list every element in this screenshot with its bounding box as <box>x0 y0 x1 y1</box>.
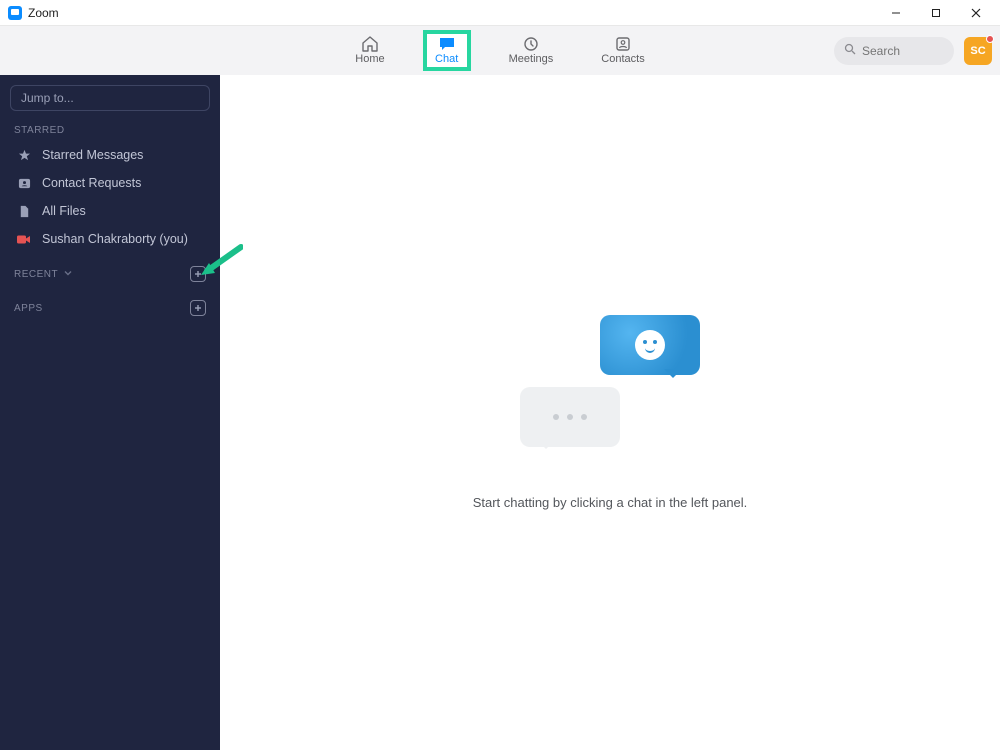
tab-contacts[interactable]: Contacts <box>595 34 650 67</box>
tab-home[interactable]: Home <box>349 34 390 67</box>
tab-chat-label: Chat <box>435 53 458 65</box>
sidebar-item-contact-requests[interactable]: Contact Requests <box>10 170 210 196</box>
sidebar-item-all-files[interactable]: All Files <box>10 198 210 224</box>
sidebar: STARRED Starred Messages Contact Request… <box>0 75 220 750</box>
sidebar-item-label: Contact Requests <box>42 176 141 190</box>
sidebar-item-label: Sushan Chakraborty (you) <box>42 232 188 246</box>
clock-icon <box>522 36 540 52</box>
add-app-button[interactable] <box>190 300 206 316</box>
file-icon <box>16 205 32 218</box>
video-icon <box>16 233 32 246</box>
speech-bubble-gray-icon <box>520 387 620 447</box>
empty-chat-illustration <box>520 315 700 455</box>
person-card-icon <box>16 177 32 190</box>
tab-meetings-label: Meetings <box>509 53 554 65</box>
sidebar-item-self[interactable]: Sushan Chakraborty (you) <box>10 226 210 252</box>
search-icon <box>844 42 856 60</box>
star-icon <box>16 149 32 162</box>
chat-icon <box>438 36 456 52</box>
tab-home-label: Home <box>355 53 384 65</box>
empty-chat-text: Start chatting by clicking a chat in the… <box>473 495 748 510</box>
section-apps[interactable]: APPS <box>10 288 210 320</box>
jump-to-input[interactable] <box>10 85 210 111</box>
sidebar-item-label: Starred Messages <box>42 148 143 162</box>
section-apps-label: APPS <box>14 303 43 314</box>
close-button[interactable] <box>956 1 996 25</box>
section-recent[interactable]: RECENT <box>10 254 210 286</box>
header-right: SC <box>834 37 992 65</box>
section-recent-label: RECENT <box>14 269 58 280</box>
tab-chat[interactable]: Chat <box>427 34 467 67</box>
chevron-down-icon <box>64 269 72 280</box>
contacts-icon <box>614 36 632 52</box>
search-box[interactable] <box>834 37 954 65</box>
window-controls <box>876 1 996 25</box>
chat-empty-panel: Start chatting by clicking a chat in the… <box>220 75 1000 750</box>
window-title: Zoom <box>28 6 59 20</box>
profile-avatar[interactable]: SC <box>964 37 992 65</box>
tab-meetings[interactable]: Meetings <box>503 34 560 67</box>
nav-tabs: Home Chat Meetings Contacts <box>349 34 650 67</box>
minimize-button[interactable] <box>876 1 916 25</box>
status-dot-dnd <box>986 35 994 43</box>
sidebar-item-starred-messages[interactable]: Starred Messages <box>10 142 210 168</box>
maximize-button[interactable] <box>916 1 956 25</box>
sidebar-item-label: All Files <box>42 204 86 218</box>
search-input[interactable] <box>862 44 942 58</box>
zoom-app-icon <box>8 6 22 20</box>
add-recent-button[interactable] <box>190 266 206 282</box>
header-nav: Home Chat Meetings Contacts <box>0 26 1000 75</box>
titlebar-left: Zoom <box>8 6 59 20</box>
section-starred-label: STARRED <box>14 125 65 136</box>
home-icon <box>361 36 379 52</box>
speech-bubble-blue-icon <box>600 315 700 375</box>
tab-contacts-label: Contacts <box>601 53 644 65</box>
section-starred: STARRED <box>10 113 210 140</box>
body: STARRED Starred Messages Contact Request… <box>0 75 1000 750</box>
avatar-initials: SC <box>970 45 985 57</box>
window-titlebar: Zoom <box>0 0 1000 26</box>
